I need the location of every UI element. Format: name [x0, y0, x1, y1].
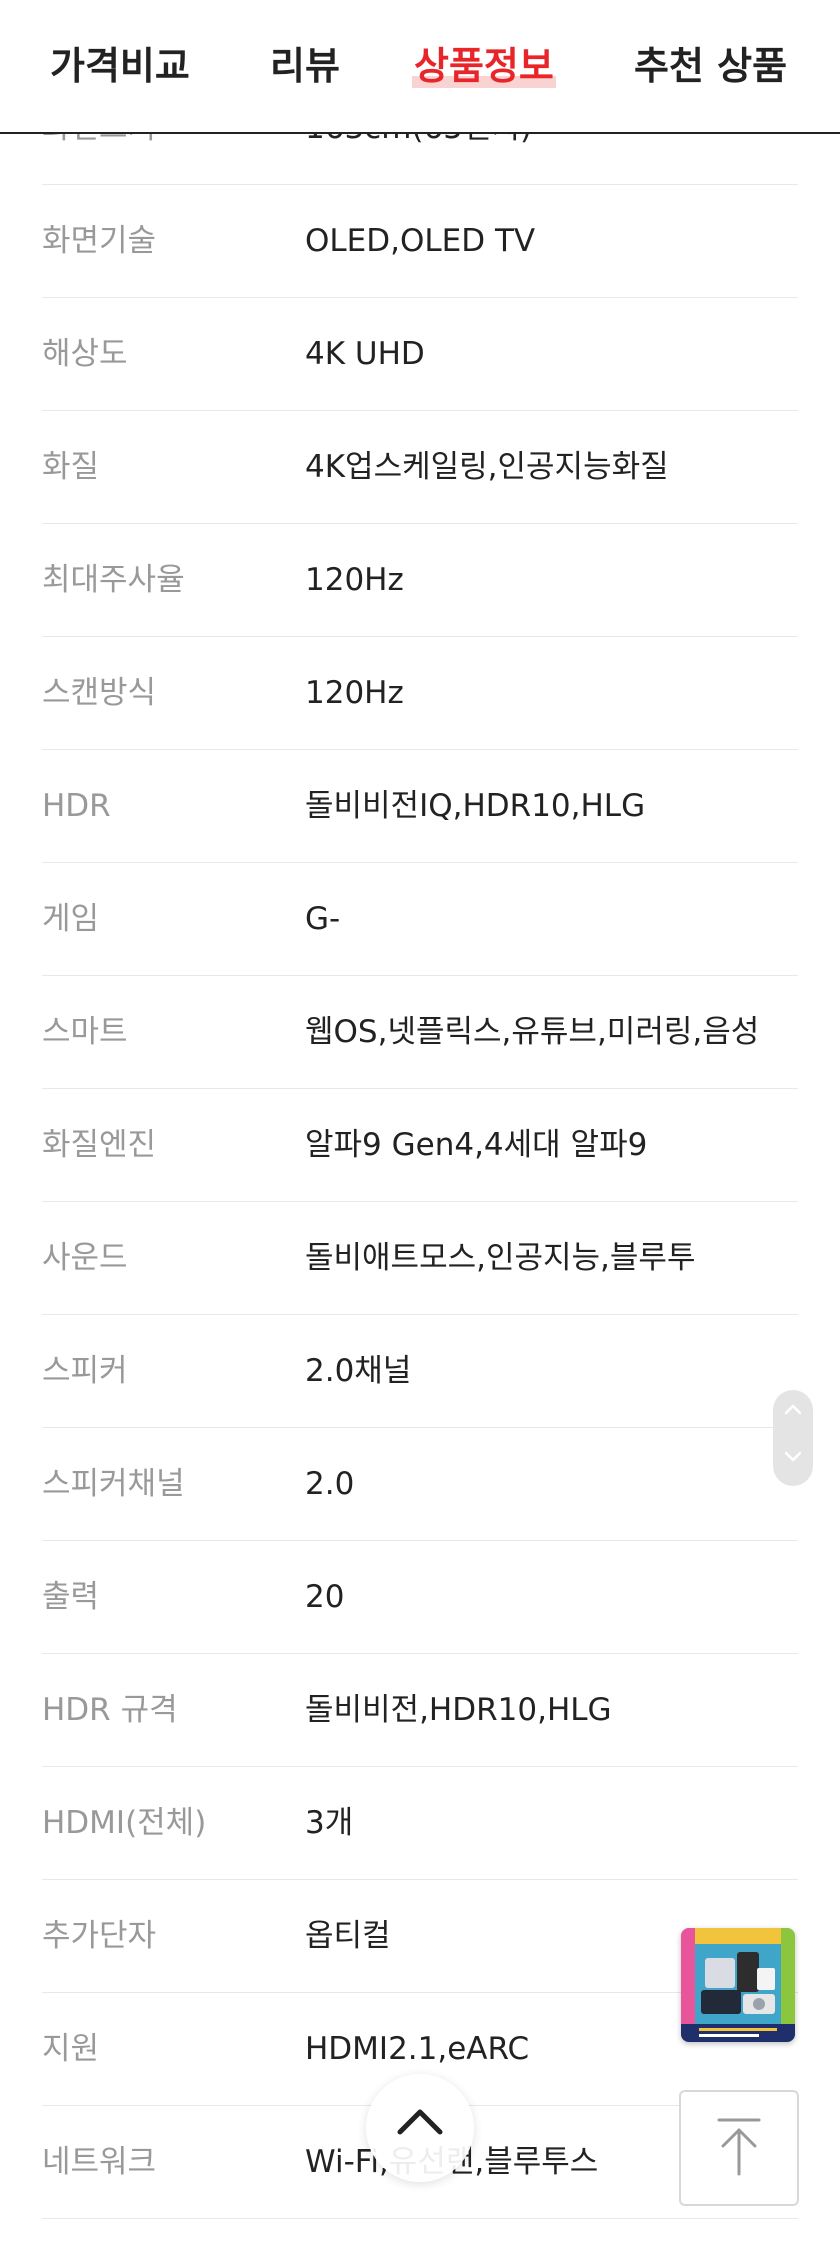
tab-bar: 가격비교 리뷰 상품정보 추천 상품	[0, 0, 840, 134]
spec-value: G-	[305, 901, 341, 937]
product-info-page: 가격비교 리뷰 상품정보 추천 상품 화면크기163cm(65인치)화면기술OL…	[0, 0, 840, 2245]
spec-label: 화면기술	[42, 223, 157, 259]
spec-label: 게임	[42, 901, 100, 937]
spec-row: 스캔방식 120Hz	[42, 637, 798, 750]
spec-label: HDR 규격	[42, 1692, 178, 1728]
spec-value: 4K UHD	[305, 336, 425, 372]
spec-row: 스마트 웹OS,넷플릭스,유튜브,미러링,음성	[42, 976, 798, 1089]
spec-value: 돌비비전IQ,HDR10,HLG	[305, 788, 646, 824]
spec-row: 스피커 2.0채널	[42, 1315, 798, 1428]
spec-label: 스캔방식	[42, 675, 157, 711]
spec-label: HDMI(전체)	[42, 1805, 207, 1841]
spec-value: 120Hz	[305, 562, 404, 598]
spec-row: 출력 20	[42, 1541, 798, 1654]
spec-table: 화면크기163cm(65인치)화면기술OLED,OLED TV해상도4K UHD…	[42, 72, 798, 2219]
spec-value: 20	[305, 1579, 345, 1615]
spec-label: 최대주사율	[42, 562, 185, 598]
spec-value: 3개	[305, 1805, 354, 1841]
arrow-up-bar-icon	[717, 2118, 761, 2176]
spec-label: 네트워크	[42, 2144, 157, 2180]
tab-product-info[interactable]: 상품정보	[412, 38, 556, 94]
spec-value: 돌비애트모스,인공지능,블루투	[305, 1240, 696, 1276]
spec-row: 스피커채널 2.0	[42, 1428, 798, 1541]
spec-row: 화면기술 OLED,OLED TV	[42, 185, 798, 298]
spec-row: 게임 G-	[42, 863, 798, 976]
spec-label: HDR	[42, 788, 111, 824]
spec-value: OLED,OLED TV	[305, 223, 536, 259]
spec-value: 4K업스케일링,인공지능화질	[305, 449, 669, 485]
chevron-up-icon	[784, 1404, 802, 1415]
chevron-up-icon	[397, 2109, 443, 2135]
spec-label: 스마트	[42, 1014, 128, 1050]
spec-value: 옵티컬	[305, 1918, 391, 1954]
spec-value: 2.0	[305, 1466, 355, 1502]
spec-row: 최대주사율 120Hz	[42, 524, 798, 637]
spec-row: HDMI(전체) 3개	[42, 1767, 798, 1880]
spec-row: 화질엔진 알파9 Gen4,4세대 알파9	[42, 1089, 798, 1202]
spec-label: 추가단자	[42, 1918, 157, 1954]
spec-value: 2.0채널	[305, 1353, 412, 1389]
spec-row: HDR 돌비비전IQ,HDR10,HLG	[42, 750, 798, 863]
spec-label: 스피커채널	[42, 1466, 185, 1502]
spec-label: 해상도	[42, 336, 128, 372]
spec-label: 사운드	[42, 1240, 128, 1276]
tab-price-compare[interactable]: 가격비교	[50, 38, 190, 94]
spec-label: 스피커	[42, 1353, 128, 1389]
scroll-to-top-button[interactable]	[679, 2090, 799, 2206]
spec-value: 120Hz	[305, 675, 404, 711]
spec-value: 돌비비전,HDR10,HLG	[305, 1692, 612, 1728]
spec-label: 화질엔진	[42, 1127, 157, 1163]
spec-row: HDR 규격 돌비비전,HDR10,HLG	[42, 1654, 798, 1767]
tab-review[interactable]: 리뷰	[270, 38, 340, 94]
chevron-down-icon	[784, 1451, 802, 1462]
scroll-down-button[interactable]	[773, 1438, 813, 1486]
ad-image	[681, 1928, 795, 2042]
spec-value: 웹OS,넷플릭스,유튜브,미러링,음성	[305, 1014, 760, 1050]
spec-label: 출력	[42, 1579, 100, 1615]
floating-ad-thumbnail[interactable]	[681, 1928, 795, 2042]
tab-product-info-label: 상품정보	[414, 44, 554, 88]
spec-label: 지원	[42, 2031, 100, 2067]
tab-recommended[interactable]: 추천 상품	[634, 38, 787, 94]
spec-row: 사운드 돌비애트모스,인공지능,블루투	[42, 1202, 798, 1315]
spec-value: 알파9 Gen4,4세대 알파9	[305, 1127, 648, 1163]
collapse-button[interactable]	[366, 2074, 474, 2182]
scroll-stepper	[773, 1390, 813, 1486]
scroll-up-button[interactable]	[773, 1390, 813, 1438]
spec-row: 해상도 4K UHD	[42, 298, 798, 411]
spec-label: 화질	[42, 449, 100, 485]
spec-row: 화질 4K업스케일링,인공지능화질	[42, 411, 798, 524]
